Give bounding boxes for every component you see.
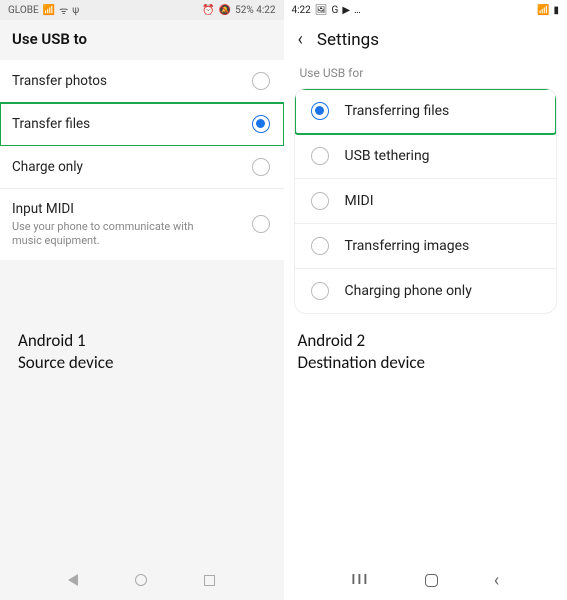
nav-recents-icon[interactable]: III bbox=[351, 572, 369, 588]
youtube-icon: ▶ bbox=[342, 5, 350, 16]
usb-options-list: Transferring files USB tethering MIDI Tr… bbox=[294, 88, 558, 314]
caption-line-2: Destination device bbox=[298, 352, 426, 374]
battery-label: 52% 4:22 bbox=[235, 5, 275, 16]
usb-icon: ψ bbox=[72, 5, 79, 16]
radio-icon-selected bbox=[252, 115, 270, 133]
option-label: Charging phone only bbox=[345, 283, 472, 299]
nav-home-icon[interactable] bbox=[425, 574, 438, 587]
radio-icon bbox=[252, 215, 270, 233]
option-label: Transferring images bbox=[345, 238, 470, 254]
dnd-icon: 🔕 bbox=[219, 5, 231, 16]
option-usb-tethering[interactable]: USB tethering bbox=[295, 134, 557, 179]
option-label: Input MIDI bbox=[12, 201, 252, 217]
option-input-midi[interactable]: Input MIDI Use your phone to communicate… bbox=[0, 189, 284, 260]
option-label: MIDI bbox=[345, 193, 374, 209]
radio-icon bbox=[311, 237, 329, 255]
status-bar: 4:22 🖼 G ▶ … 📶 ▮ bbox=[284, 0, 567, 20]
option-transferring-files[interactable]: Transferring files bbox=[295, 89, 557, 134]
option-transfer-files[interactable]: Transfer files bbox=[0, 103, 284, 146]
signal-icon: 📶 bbox=[43, 5, 55, 16]
caption-line-2: Source device bbox=[18, 352, 113, 374]
phone-android-1: GLOBE 📶 ᯤ ψ ⏰ 🔕 52% 4:22 Use USB to Tran… bbox=[0, 0, 284, 600]
phone-android-2: 4:22 🖼 G ▶ … 📶 ▮ ‹ Settings Use USB for … bbox=[284, 0, 567, 600]
caption: Android 2 Destination device bbox=[298, 330, 426, 374]
radio-icon bbox=[311, 147, 329, 165]
clock-label: 4:22 bbox=[292, 5, 311, 16]
option-charge-only[interactable]: Charge only bbox=[0, 146, 284, 189]
nav-bar bbox=[0, 564, 284, 596]
option-label: Transfer photos bbox=[12, 73, 252, 89]
more-icon: … bbox=[354, 5, 361, 16]
option-label: Charge only bbox=[12, 159, 252, 175]
google-icon: G bbox=[332, 5, 339, 16]
radio-icon bbox=[252, 158, 270, 176]
option-midi[interactable]: MIDI bbox=[295, 179, 557, 224]
option-subtext: Use your phone to communicate with music… bbox=[12, 220, 222, 248]
option-label: Transferring files bbox=[345, 103, 450, 119]
nav-back-icon[interactable]: ‹ bbox=[494, 570, 499, 591]
nav-bar: III ‹ bbox=[284, 564, 567, 596]
option-transferring-images[interactable]: Transferring images bbox=[295, 224, 557, 269]
radio-icon bbox=[311, 282, 329, 300]
back-button[interactable]: ‹ bbox=[298, 31, 303, 49]
nav-recents-icon[interactable] bbox=[204, 575, 215, 586]
option-charging-only[interactable]: Charging phone only bbox=[295, 269, 557, 313]
radio-icon bbox=[311, 192, 329, 210]
option-label: USB tethering bbox=[345, 148, 430, 164]
page-title: Use USB to bbox=[0, 20, 284, 60]
usb-options-list: Transfer photos Transfer files Charge on… bbox=[0, 60, 284, 260]
alarm-icon: ⏰ bbox=[202, 5, 214, 16]
caption: Android 1 Source device bbox=[18, 330, 113, 374]
caption-line-1: Android 2 bbox=[298, 330, 426, 352]
option-label: Transfer files bbox=[12, 116, 252, 132]
nav-home-icon[interactable] bbox=[135, 574, 147, 586]
page-title: Settings bbox=[317, 30, 379, 50]
radio-icon bbox=[252, 72, 270, 90]
gallery-icon: 🖼 bbox=[315, 5, 328, 16]
header: ‹ Settings bbox=[284, 20, 567, 62]
caption-line-1: Android 1 bbox=[18, 330, 113, 352]
nav-back-icon[interactable] bbox=[68, 574, 78, 586]
status-bar: GLOBE 📶 ᯤ ψ ⏰ 🔕 52% 4:22 bbox=[0, 0, 284, 20]
radio-icon-selected bbox=[311, 102, 329, 120]
carrier-label: GLOBE bbox=[8, 5, 39, 16]
signal-icon: 📶 bbox=[537, 5, 549, 16]
wifi-icon: ᯤ bbox=[59, 3, 68, 17]
option-transfer-photos[interactable]: Transfer photos bbox=[0, 60, 284, 103]
battery-icon: ▮ bbox=[553, 5, 559, 16]
section-label: Use USB for bbox=[284, 62, 567, 88]
